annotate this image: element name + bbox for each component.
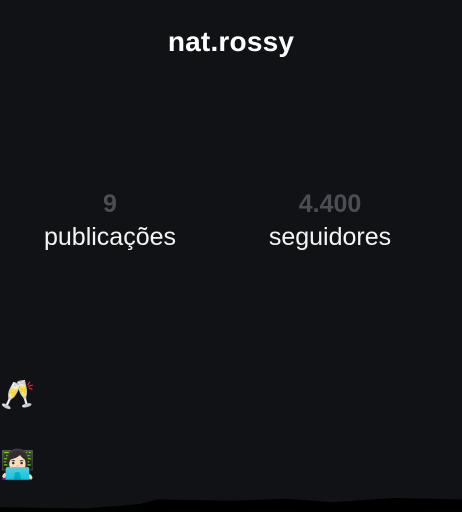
followers-count-value: 4.400 [298,190,362,218]
posts-count-value: 9 [103,190,117,218]
bottom-edge-shadow [0,498,462,512]
toast-emoji-icon: 🥂 [0,378,35,411]
posts-count-stat[interactable]: 9 publicações [20,190,200,254]
posts-count-label: publicações [43,223,177,251]
followers-count-stat[interactable]: 4.400 seguidores [240,190,420,254]
profile-username: nat.rossy [167,26,295,57]
followers-count-label: seguidores [268,223,392,251]
laptop-woman-emoji-icon: 👩🏻‍💻 [0,448,35,481]
profile-screen: nat.rossy 9 publicações 4.400 seguidores… [0,0,462,512]
